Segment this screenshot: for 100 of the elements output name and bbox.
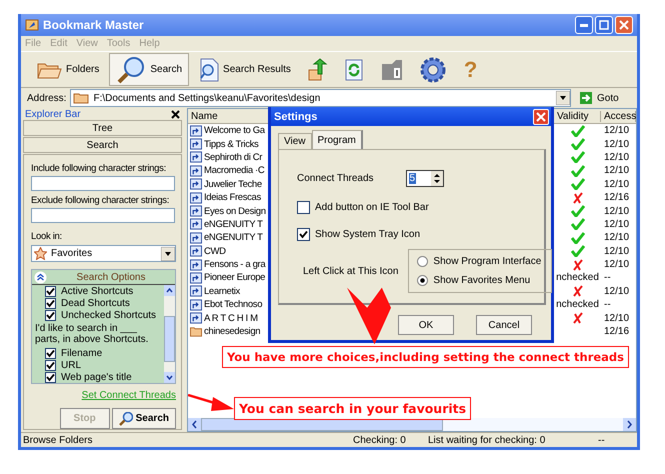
bookmark-name[interactable]: Juwelier Teche [204,178,262,190]
bookmark-name[interactable]: eNGENUITY T [204,218,263,230]
scroll-up-icon[interactable] [164,285,175,296]
checkbox-label: Add button on IE Tool Bar [315,202,429,213]
bookmark-name[interactable]: A R T C H I M [204,312,258,324]
access-date: 12/10 [604,206,630,217]
annotation-arrow [347,285,391,347]
app-icon [25,18,39,32]
search-icon [118,412,133,426]
access-date: 12/10 [604,178,630,190]
field-label: Include following character strings: [31,163,167,174]
scroll-left-icon[interactable] [188,418,201,431]
shortcut-icon [190,151,202,164]
scroll-right-icon[interactable] [623,418,636,431]
status-text: -- [598,434,605,446]
bookmark-name[interactable]: eNGENUITY T [204,232,263,244]
shortcut-icon [190,245,202,258]
spinner-arrows-icon[interactable] [430,171,443,186]
radio-button[interactable] [417,275,428,286]
include-field[interactable] [31,176,175,191]
checkbox[interactable] [45,298,56,310]
access-date: -- [604,272,611,284]
bookmark-name[interactable]: chinesedesign [204,326,260,338]
dialog-tab[interactable]: Program [312,130,363,149]
bookmark-name[interactable]: Learnetix [204,286,240,297]
shortcut-icon [190,298,202,311]
dropdown-arrow-icon[interactable] [161,246,175,260]
bookmark-name[interactable]: Ebot Technoso [204,299,262,310]
dialog-button[interactable]: OK [398,315,454,335]
shortcut-icon [190,205,202,218]
checkbox[interactable] [45,372,56,383]
access-date: 12/10 [604,232,630,244]
goto-button[interactable]: Goto [575,91,631,105]
bookmark-name[interactable]: Eyes on Design [204,206,266,217]
shortcut-icon [190,138,202,150]
checkbox-label: Show System Tray Icon [315,229,420,240]
scrollbar-thumb[interactable] [164,316,175,362]
radio-button[interactable] [417,256,428,267]
checkbox[interactable] [45,348,56,359]
bookmark-name[interactable]: Fensons - a gra [204,259,266,270]
bookmark-name[interactable]: Welcome to Ga [204,125,265,136]
shortcut-icon [190,232,202,244]
radio-label: Show Program Interface [433,256,542,267]
bookmark-name[interactable]: Ideias Frescas [204,192,261,204]
toolbar-button[interactable]: Search Results [192,53,298,86]
minimize-button[interactable] [575,16,593,34]
panel-button[interactable]: Search [112,408,176,429]
panel-title: Explorer Bar [25,108,81,120]
threads-spinner[interactable]: 5 [406,170,444,187]
shortcut-icon [190,312,202,324]
maximize-button[interactable] [595,16,613,34]
panel-tab[interactable]: Search [23,137,182,153]
shortcut-icon [190,258,202,271]
bookmark-name[interactable]: Pioneer Europe [204,272,266,284]
bookmark-name[interactable]: Tipps & Tricks [204,138,258,150]
document-search-icon [199,58,220,82]
shortcut-icon [190,192,202,204]
field-label: Exclude following character strings: [31,195,170,206]
panel-tab[interactable]: Tree [23,120,182,136]
toolbar-button[interactable]: Folders [29,53,106,86]
checkbox-label: Unchecked Shortcuts [61,310,156,322]
exclude-field[interactable] [31,208,175,223]
status-text: Browse Folders [22,434,94,446]
close-icon [536,112,546,122]
shortcut-icon [190,218,202,230]
access-date: 12/10 [604,312,630,324]
dialog-tab[interactable]: View [278,133,312,149]
collapse-icon[interactable] [34,270,47,284]
checkbox[interactable] [45,360,56,371]
checkbox[interactable] [297,228,310,241]
scroll-down-icon[interactable] [164,372,175,383]
arrow-icon [579,91,593,105]
bookmark-name[interactable]: Sephiroth di Cr [204,152,262,163]
validity-text: nchecked [556,272,599,284]
access-date: 12/16 [604,192,630,204]
toolbar-button[interactable]: Search [109,53,190,86]
dropdown-arrow-icon[interactable] [556,91,570,105]
access-date: 12/10 [604,246,630,257]
folder-icon [190,326,202,337]
access-date: 12/10 [604,286,630,297]
section-title: Search Options [76,272,146,282]
close-icon[interactable] [171,110,180,118]
dialog-button[interactable]: Cancel [476,315,532,335]
bookmark-name[interactable]: CWD [204,246,226,257]
checkbox[interactable] [297,201,310,214]
checkbox[interactable] [45,286,56,298]
close-icon [619,20,629,30]
checkbox-label: URL [61,360,82,371]
close-button[interactable] [533,108,549,124]
look-in-dropdown[interactable]: Favorites [31,245,176,262]
access-date: 12/16 [604,326,630,338]
checkbox[interactable] [45,310,56,322]
column-header[interactable]: Access [601,110,636,122]
bookmark-name[interactable]: Macromedia ·C [204,165,264,176]
close-button[interactable] [615,16,633,34]
access-date: 12/10 [604,152,630,163]
access-date: 12/10 [604,125,630,136]
field-label: Connect Threads [297,173,374,184]
access-date: 12/10 [604,138,630,150]
address-field[interactable]: F:\Documents and Settings\keanu\Favorites\design [70,89,571,107]
